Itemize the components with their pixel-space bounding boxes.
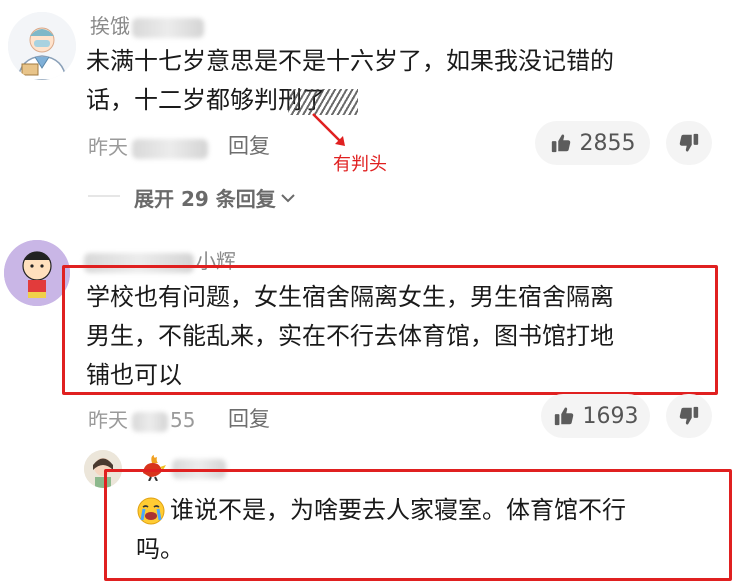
annotation-arrow-icon (312, 113, 345, 146)
like-button[interactable]: 2855 (535, 121, 650, 165)
doctor-avatar-icon (8, 12, 76, 80)
comment-text: 未满十七岁意思是不是十六岁了，如果我没记错的 话，十二岁都够判刑了 (86, 47, 614, 115)
thread-divider (88, 195, 120, 197)
chevron-down-icon (281, 193, 295, 202)
thumbs-up-icon (551, 134, 570, 153)
reply-text: 谁说不是，为啥要去人家寝室。体育馆不行 吗。 (136, 496, 626, 563)
expand-replies-button[interactable]: 展开 29 条回复 (134, 183, 296, 212)
cartoon-avatar-icon (4, 240, 70, 306)
dislike-button[interactable] (666, 394, 712, 438)
reply-button[interactable]: 回复 (228, 403, 270, 433)
like-count: 1693 (582, 403, 639, 429)
redacted-name (132, 17, 204, 38)
annotation-label: 有判头 (333, 154, 387, 175)
comment-text: 学校也有问题，女生宿舍隔离女生，男生宿舍隔离 男生，不能乱来，实在不行去体育馆，… (86, 283, 614, 389)
comment-timestamp: 昨天 55 (88, 408, 196, 432)
avatar[interactable] (8, 12, 76, 80)
avatar[interactable] (4, 240, 70, 306)
thumbs-up-icon (554, 407, 573, 426)
crying-emoji-icon (137, 497, 165, 524)
reply-button[interactable]: 回复 (228, 130, 270, 160)
thumbs-down-icon (679, 133, 699, 152)
comment-timestamp: 昨天 (88, 131, 208, 160)
like-button[interactable]: 1693 (541, 394, 650, 438)
thumbs-down-icon (679, 406, 699, 425)
redacted-time (132, 411, 168, 432)
dislike-button[interactable] (666, 121, 712, 165)
redacted-time (132, 138, 208, 159)
like-count: 2855 (579, 130, 636, 156)
comment-username[interactable]: 挨饿 (90, 10, 204, 39)
